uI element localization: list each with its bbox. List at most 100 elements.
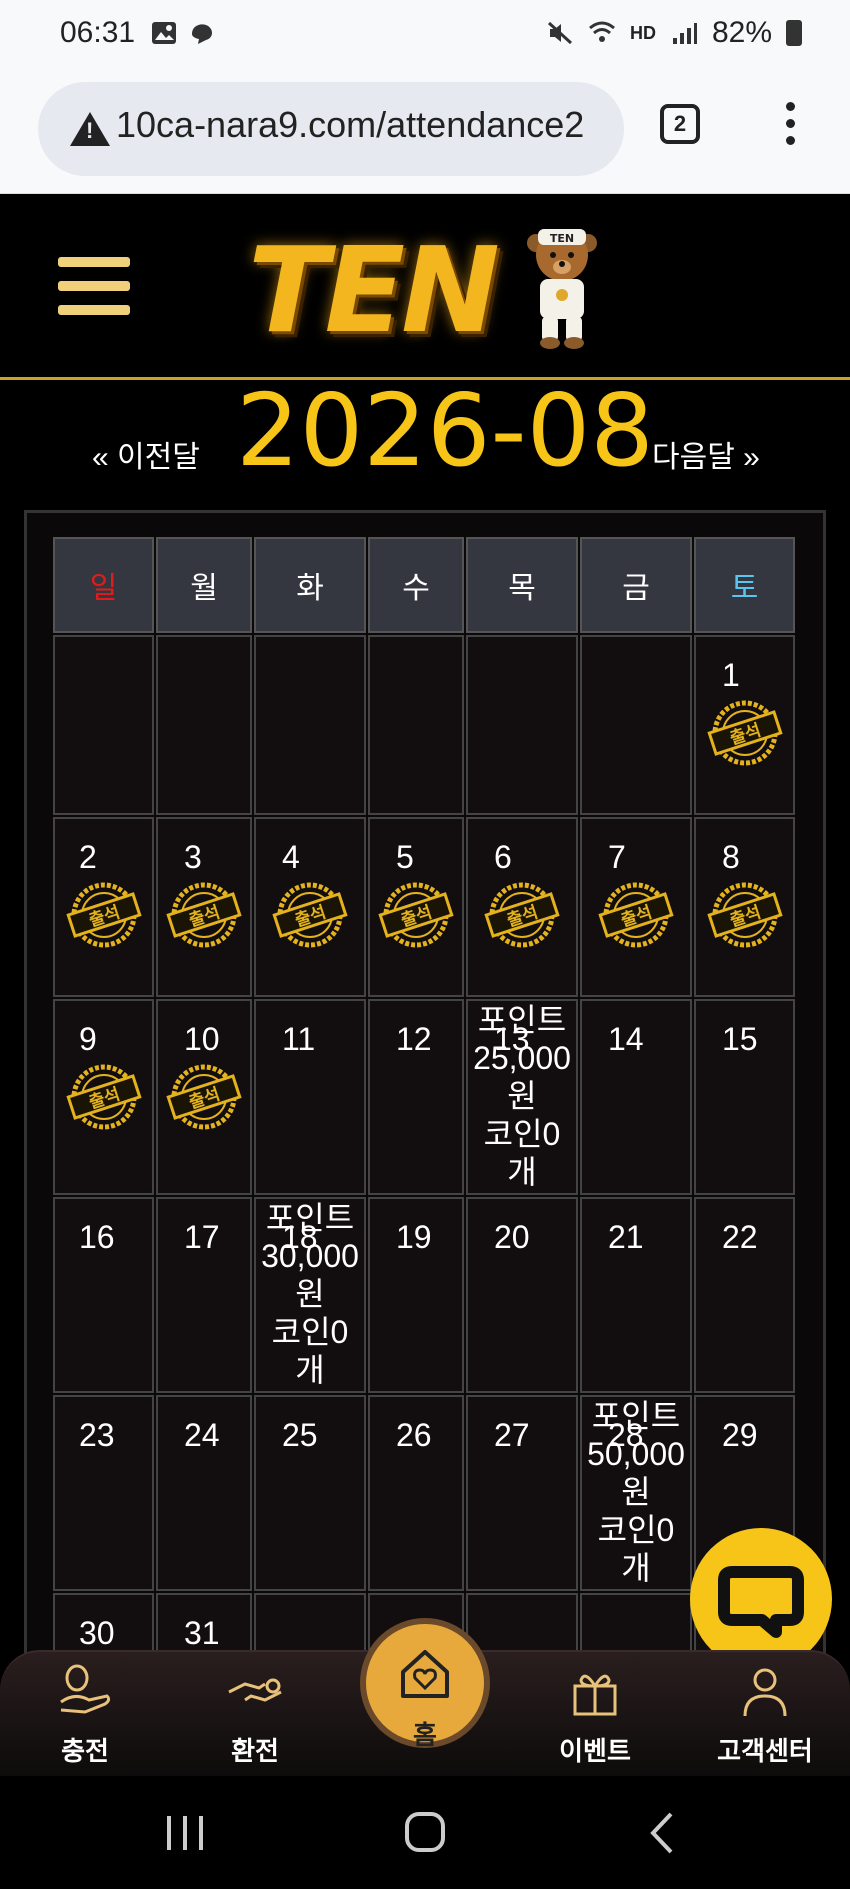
day-number: 31 <box>184 1615 220 1651</box>
day-number: 22 <box>722 1219 758 1255</box>
calendar-table: 일월화수목금토 1 출석 2 출석 3 출석 4 출석 5 출석 6 출석 7 출석 8 출석 9 출석 10 출석 1… <box>51 535 797 1655</box>
nav-event-label: 이벤트 <box>559 1736 631 1766</box>
back-icon[interactable] <box>635 1808 695 1858</box>
attendance-stamp-icon: 출석 <box>378 882 454 948</box>
calendar-day-cell[interactable]: 7 출석 <box>580 817 692 997</box>
calendar-day-cell[interactable]: 8 출석 <box>694 817 795 997</box>
signal-icon <box>672 23 697 44</box>
reward-line: 개 <box>621 1550 651 1586</box>
day-number: 1 <box>722 657 740 693</box>
nav-charge[interactable]: 충전 <box>20 1652 150 1778</box>
calendar-day-cell[interactable]: 18 포인트 30,000 원 코인0 개 <box>254 1197 366 1393</box>
day-number: 16 <box>79 1219 115 1255</box>
calendar-empty-cell <box>368 635 464 815</box>
browser-menu-icon[interactable] <box>782 102 798 148</box>
calendar-day-cell[interactable]: 3 출석 <box>156 817 252 997</box>
weekday-header: 화 <box>254 537 366 633</box>
tab-switcher-button[interactable]: 2 <box>660 104 700 144</box>
calendar-day-cell[interactable]: 4 출석 <box>254 817 366 997</box>
calendar-day-cell[interactable]: 10 출석 <box>156 999 252 1195</box>
weekday-header-row: 일월화수목금토 <box>53 537 795 633</box>
day-number: 17 <box>184 1219 220 1255</box>
day-number: 24 <box>184 1417 220 1453</box>
not-secure-warning-icon[interactable] <box>70 112 110 146</box>
calendar-day-cell[interactable]: 17 <box>156 1197 252 1393</box>
weekday-header: 월 <box>156 537 252 633</box>
reward-line: 원 <box>621 1474 651 1510</box>
next-month-link[interactable]: 다음달 » <box>652 432 760 476</box>
system-navigation-bar <box>0 1776 850 1889</box>
calendar-day-cell[interactable]: 1 출석 <box>694 635 795 815</box>
battery-icon <box>786 20 802 46</box>
nav-charge-label: 충전 <box>61 1736 109 1766</box>
reward-info: 포인트 30,000 원 코인0 개 <box>256 1199 364 1389</box>
home-heart-icon <box>401 1650 449 1698</box>
nav-home[interactable]: 홈 <box>360 1618 490 1750</box>
calendar-day-cell[interactable]: 23 <box>53 1395 154 1591</box>
calendar-day-cell[interactable]: 22 <box>694 1197 795 1393</box>
status-bar: 06:31 HD 82% <box>0 0 850 76</box>
prev-month-link[interactable]: « 이전달 <box>92 432 200 476</box>
nav-exchange[interactable]: 환전 <box>190 1652 320 1778</box>
calendar-day-cell[interactable]: 6 출석 <box>466 817 578 997</box>
calendar-day-cell[interactable]: 21 <box>580 1197 692 1393</box>
nav-support[interactable]: 고객센터 <box>700 1652 830 1778</box>
calendar-day-cell[interactable]: 19 <box>368 1197 464 1393</box>
calendar-day-cell[interactable]: 28 포인트 50,000 원 코인0 개 <box>580 1395 692 1591</box>
nav-event[interactable]: 이벤트 <box>530 1652 660 1778</box>
calendar-day-cell[interactable]: 30 <box>53 1593 154 1653</box>
url-text[interactable]: 10ca-nara9.com/attendance2 <box>116 104 584 146</box>
calendar-week-row: 16 17 18 포인트 30,000 원 코인0 개 19 20 21 22 <box>53 1197 795 1393</box>
day-number: 10 <box>184 1021 220 1057</box>
site-logo[interactable]: TEN TEN <box>240 215 610 359</box>
hamburger-menu-icon[interactable] <box>58 257 130 317</box>
reward-line: 포인트 <box>591 1398 681 1434</box>
reward-line: 개 <box>507 1154 537 1190</box>
calendar-day-cell[interactable]: 16 <box>53 1197 154 1393</box>
status-system-icons: HD 82% <box>546 16 802 50</box>
reward-line: 30,000 <box>261 1238 359 1274</box>
weekday-header: 수 <box>368 537 464 633</box>
attendance-stamp-icon: 출석 <box>166 1064 242 1130</box>
calendar-week-row: 9 출석 10 출석 11 12 13 포인트 25,000 원 코인0 개 14 15 <box>53 999 795 1195</box>
chat-support-button[interactable] <box>690 1528 832 1670</box>
day-number: 12 <box>396 1021 432 1057</box>
nav-home-label: 홈 <box>413 1720 437 1750</box>
day-number: 3 <box>184 839 202 875</box>
home-system-icon[interactable] <box>395 1808 455 1858</box>
exchange-hands-icon <box>228 1678 282 1702</box>
calendar-day-cell[interactable]: 26 <box>368 1395 464 1591</box>
address-bar[interactable]: 10ca-nara9.com/attendance2 <box>38 82 624 176</box>
attendance-stamp-icon: 출석 <box>272 882 348 948</box>
calendar-day-cell[interactable]: 15 <box>694 999 795 1195</box>
attendance-stamp-icon: 출석 <box>65 1064 142 1130</box>
reward-line: 코인0 <box>597 1512 675 1548</box>
calendar-day-cell[interactable]: 24 <box>156 1395 252 1591</box>
calendar-day-cell[interactable]: 5 출석 <box>368 817 464 997</box>
calendar-empty-cell <box>254 635 366 815</box>
day-number: 30 <box>79 1615 115 1651</box>
calendar-day-cell[interactable]: 20 <box>466 1197 578 1393</box>
calendar-week-row: 23 24 25 26 27 28 포인트 50,000 원 코인0 개 29 <box>53 1395 795 1591</box>
calendar-empty-cell <box>156 635 252 815</box>
attendance-stamp-icon: 출석 <box>706 882 783 948</box>
weekday-header: 금 <box>580 537 692 633</box>
calendar-day-cell[interactable]: 27 <box>466 1395 578 1591</box>
calendar-day-cell[interactable]: 2 출석 <box>53 817 154 997</box>
reward-line: 포인트 <box>265 1200 355 1236</box>
recent-apps-icon[interactable] <box>155 1808 215 1858</box>
calendar-day-cell[interactable]: 9 출석 <box>53 999 154 1195</box>
calendar-empty-cell <box>466 635 578 815</box>
month-title: 2026-08 <box>236 372 654 489</box>
reward-line: 포인트 <box>477 1002 567 1038</box>
calendar-day-cell[interactable]: 12 <box>368 999 464 1195</box>
calendar-day-cell[interactable]: 11 <box>254 999 366 1195</box>
month-navigation: « 이전달 2026-08 다음달 » <box>0 372 850 490</box>
day-number: 29 <box>722 1417 758 1453</box>
calendar-day-cell[interactable]: 13 포인트 25,000 원 코인0 개 <box>466 999 578 1195</box>
headset-agent-icon <box>743 1668 787 1717</box>
calendar-day-cell[interactable]: 25 <box>254 1395 366 1591</box>
calendar-day-cell[interactable]: 31 <box>156 1593 252 1653</box>
browser-toolbar: 10ca-nara9.com/attendance2 2 <box>0 76 850 194</box>
calendar-day-cell[interactable]: 14 <box>580 999 692 1195</box>
